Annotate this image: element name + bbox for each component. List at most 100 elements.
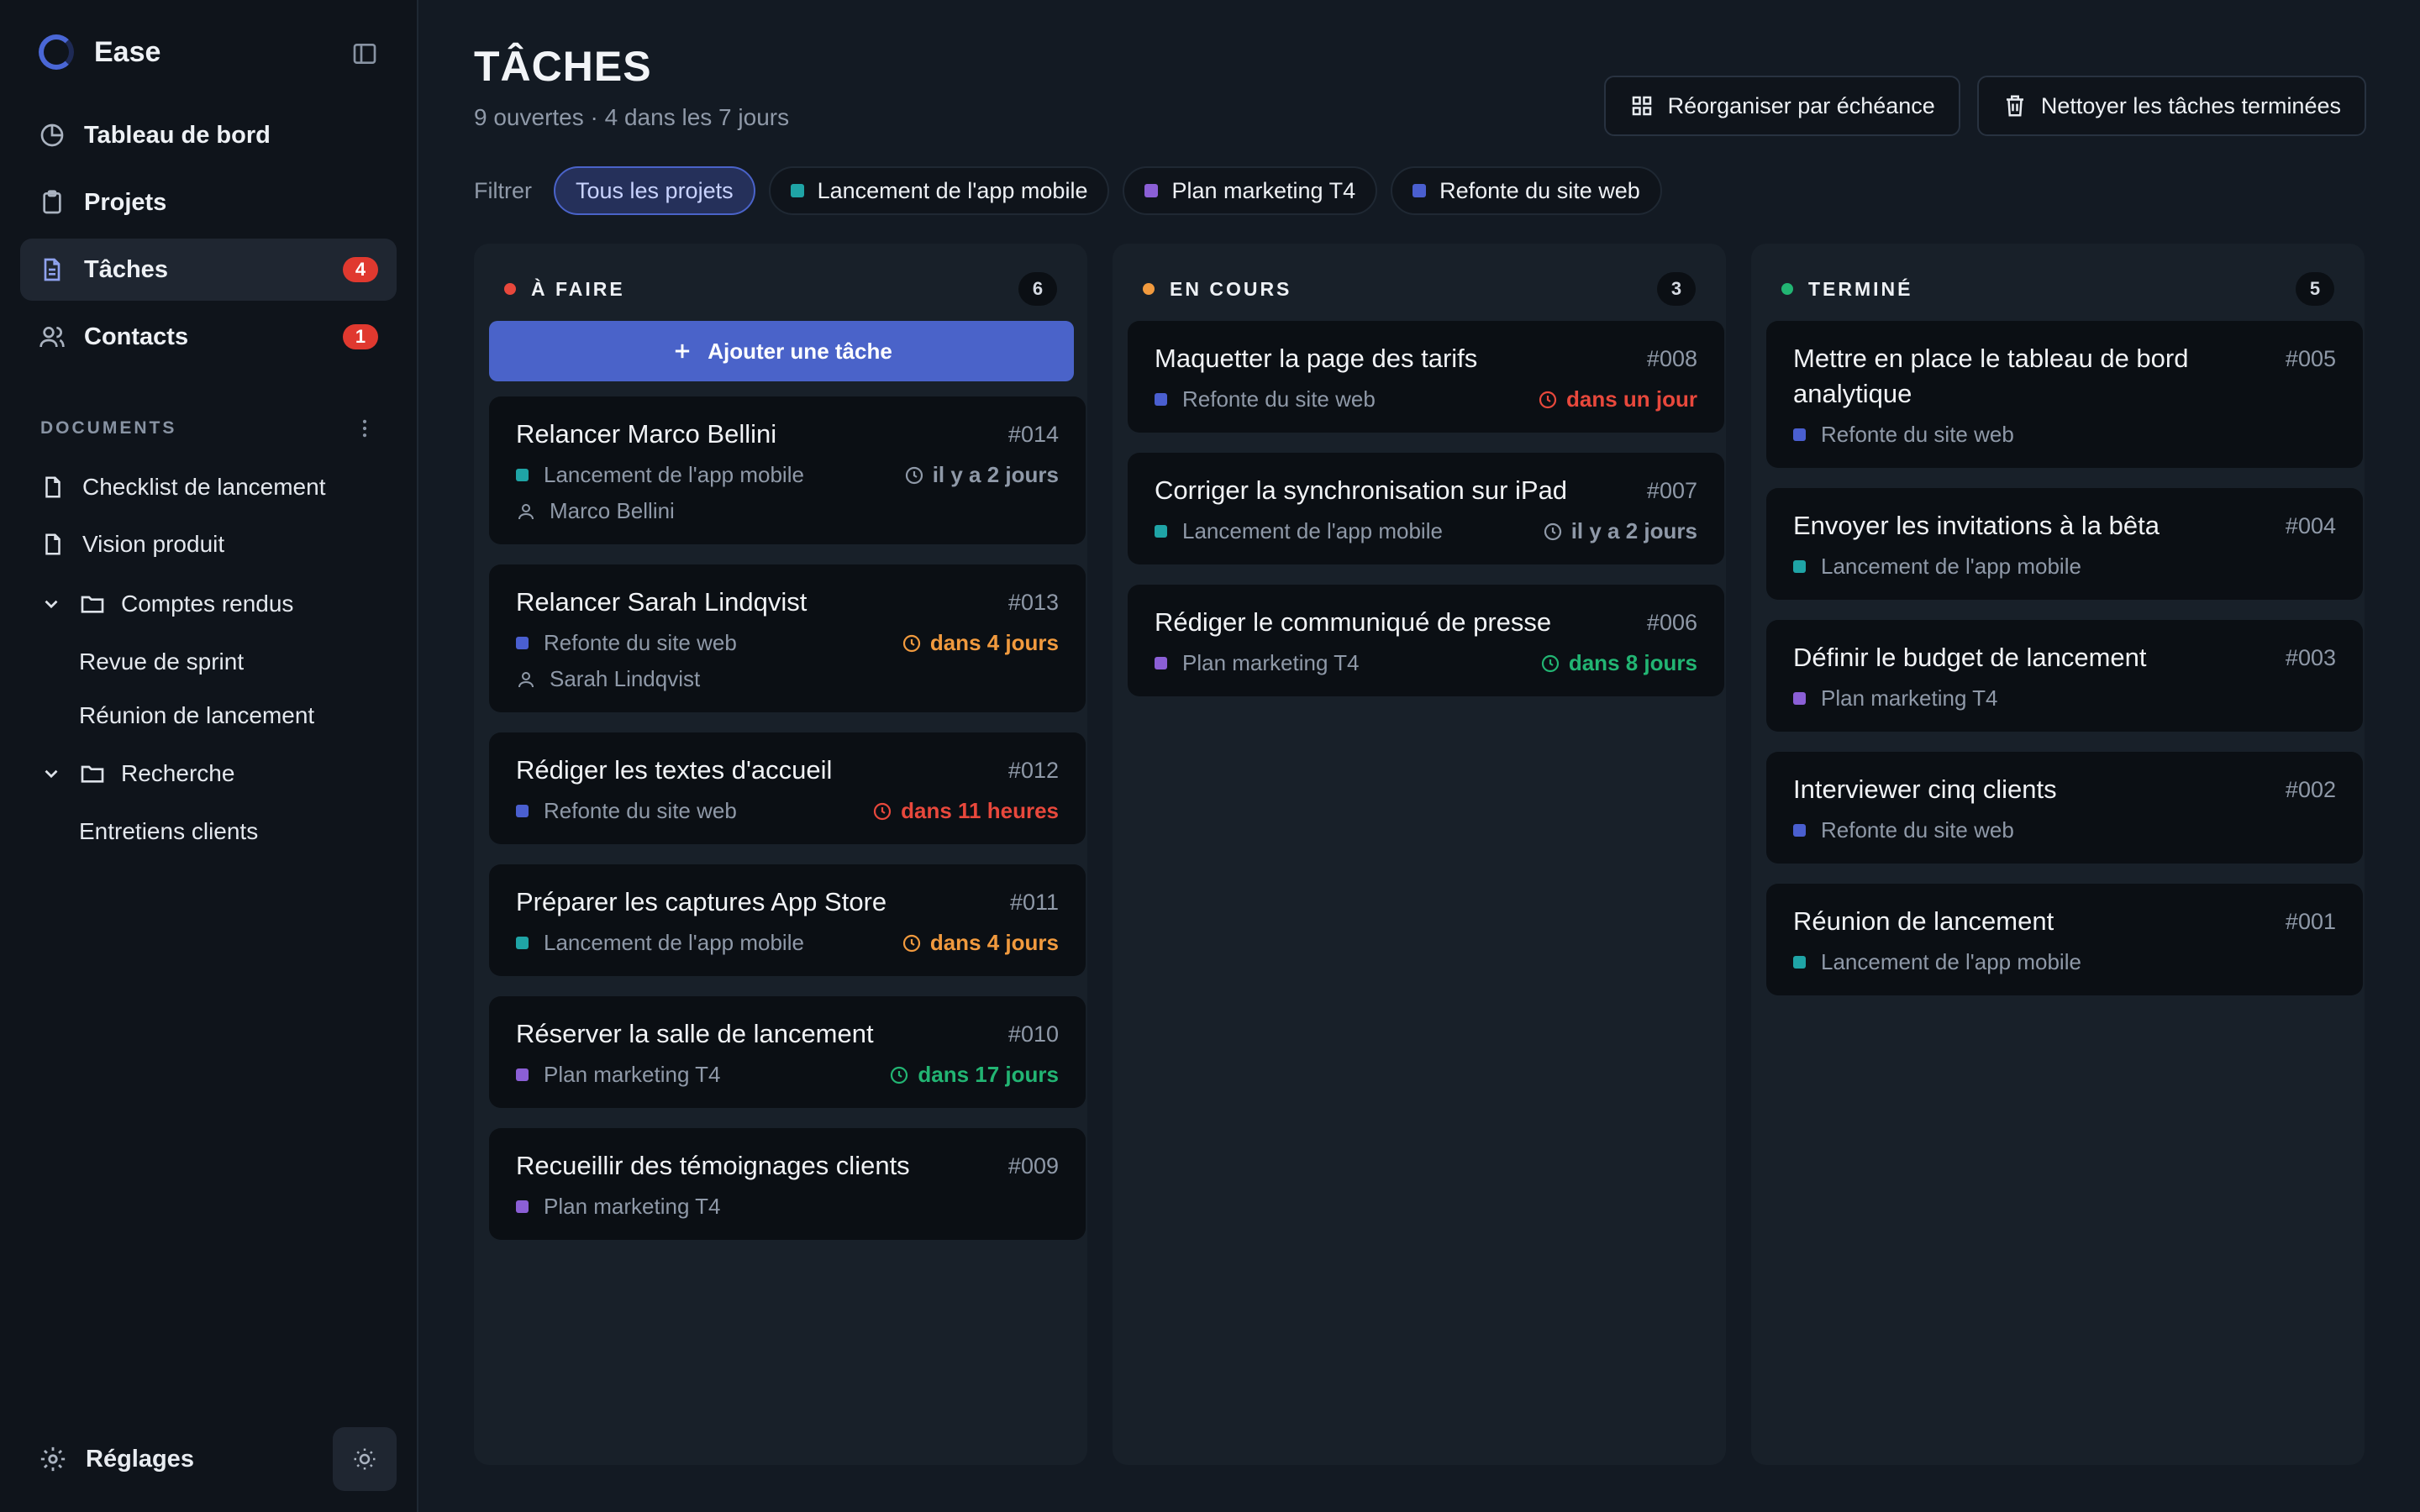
doc-item[interactable]: Vision produit	[20, 516, 397, 573]
column-count-badge: 3	[1657, 272, 1696, 306]
project-label: Plan marketing T4	[544, 1194, 721, 1219]
task-card[interactable]: Interviewer cinq clients #002 Refonte du…	[1766, 752, 2363, 864]
task-id: #010	[1007, 1021, 1059, 1047]
settings-button[interactable]: Réglages	[39, 1445, 194, 1473]
filter-chip-all[interactable]: Tous les projets	[554, 166, 755, 215]
plus-icon	[676, 344, 690, 359]
filter-label: Filtrer	[474, 177, 532, 203]
document-icon	[44, 258, 60, 281]
doc-item[interactable]: Checklist de lancement	[20, 459, 397, 516]
task-card[interactable]: Rédiger le communiqué de presse #006 Pla…	[1128, 585, 1724, 696]
nav-item-projects[interactable]: Projets	[20, 171, 397, 234]
task-card[interactable]: Relancer Sarah Lindqvist #013 Refonte du…	[489, 564, 1086, 712]
doc-label: Vision produit	[82, 531, 225, 557]
column-title: TERMINÉ	[1808, 277, 1913, 300]
task-project: Lancement de l'app mobile	[1793, 949, 2081, 975]
column-count-badge: 6	[1018, 272, 1057, 306]
task-title: Interviewer cinq clients	[1793, 774, 2057, 804]
assignee: Marco Bellini	[516, 498, 1059, 524]
task-project: Refonte du site web	[1155, 386, 1376, 412]
filter-chip-mobile-app[interactable]: Lancement de l'app mobile	[768, 166, 1110, 215]
documents-list: Checklist de lancement Vision produit Co…	[20, 459, 397, 858]
collapse-sidebar-button[interactable]	[351, 40, 378, 67]
nav-label: Projets	[84, 188, 167, 216]
due-label: dans un jour	[1566, 386, 1697, 412]
folder-icon	[81, 765, 104, 783]
column-header: À FAIRE 6	[487, 257, 1074, 321]
task-title: Recueillir des témoignages clients	[516, 1151, 910, 1180]
folder-child-item[interactable]: Revue de sprint	[20, 635, 397, 689]
filter-chip-marketing[interactable]: Plan marketing T4	[1123, 166, 1378, 215]
status-dot	[504, 283, 516, 295]
dashboard-icon	[40, 123, 64, 147]
settings-label: Réglages	[86, 1445, 194, 1473]
folder-child-item[interactable]: Entretiens clients	[20, 805, 397, 858]
task-card[interactable]: Mettre en place le tableau de bord analy…	[1766, 321, 2363, 468]
project-color-swatch	[1793, 956, 1806, 969]
folder-icon	[81, 596, 104, 613]
nav-item-tasks[interactable]: Tâches 4	[20, 239, 397, 301]
column-done: TERMINÉ 5 Mettre en place le tableau de …	[1751, 244, 2365, 1465]
due-label: dans 11 heures	[901, 798, 1059, 823]
task-card[interactable]: Réunion de lancement #001 Lancement de l…	[1766, 884, 2363, 995]
task-project: Plan marketing T4	[1155, 650, 1360, 676]
folder-item[interactable]: Comptes rendus	[20, 573, 397, 635]
brand[interactable]: Ease	[20, 0, 397, 104]
status-dot	[1781, 283, 1793, 295]
filter-chip-website[interactable]: Refonte du site web	[1391, 166, 1662, 215]
project-color-swatch	[1144, 184, 1159, 197]
reorganize-by-due-button[interactable]: Réorganiser par échéance	[1603, 76, 1960, 136]
task-card[interactable]: Recueillir des témoignages clients #009 …	[489, 1128, 1086, 1240]
contacts-count-badge: 1	[343, 324, 378, 349]
project-color-swatch	[516, 1200, 529, 1213]
task-project: Refonte du site web	[1793, 817, 2014, 843]
task-title: Préparer les captures App Store	[516, 887, 887, 916]
task-title: Définir le budget de lancement	[1793, 643, 2147, 672]
task-project: Plan marketing T4	[516, 1194, 721, 1220]
project-label: Lancement de l'app mobile	[544, 462, 804, 487]
task-card[interactable]: Rédiger les textes d'accueil #012 Refont…	[489, 732, 1086, 844]
task-project: Plan marketing T4	[1793, 685, 1998, 711]
user-icon	[518, 503, 534, 519]
task-card[interactable]: Définir le budget de lancement #003 Plan…	[1766, 620, 2363, 732]
column-header: EN COURS 3	[1126, 257, 1712, 321]
more-vertical-icon[interactable]	[353, 417, 376, 440]
project-color-swatch	[1155, 657, 1167, 669]
nav-item-dashboard[interactable]: Tableau de bord	[20, 104, 397, 166]
chip-label: Refonte du site web	[1439, 177, 1640, 203]
add-task-button[interactable]: Ajouter une tâche	[489, 321, 1074, 381]
folder-label: Recherche	[121, 760, 235, 786]
task-card[interactable]: Envoyer les invitations à la bêta #004 L…	[1766, 488, 2363, 600]
task-id: #014	[1007, 422, 1059, 447]
project-color-swatch	[516, 805, 529, 817]
project-color-swatch	[790, 184, 804, 197]
clock-icon	[874, 802, 892, 820]
project-label: Lancement de l'app mobile	[1182, 518, 1443, 543]
task-id: #007	[1646, 478, 1697, 503]
project-label: Lancement de l'app mobile	[544, 930, 804, 955]
task-card[interactable]: Préparer les captures App Store #011 Lan…	[489, 864, 1086, 976]
project-color-swatch	[1155, 393, 1167, 406]
project-label: Refonte du site web	[544, 798, 737, 823]
clock-icon	[1539, 391, 1557, 408]
task-card[interactable]: Réserver la salle de lancement #010 Plan…	[489, 996, 1086, 1108]
task-card[interactable]: Maquetter la page des tarifs #008 Refont…	[1128, 321, 1724, 433]
clean-done-tasks-button[interactable]: Nettoyer les tâches terminées	[1976, 76, 2366, 136]
task-card[interactable]: Corriger la synchronisation sur iPad #00…	[1128, 453, 1724, 564]
theme-toggle-button[interactable]	[333, 1427, 397, 1491]
task-card[interactable]: Relancer Marco Bellini #014 Lancement de…	[489, 396, 1086, 544]
nav-item-contacts[interactable]: Contacts 1	[20, 306, 397, 368]
folder-child-item[interactable]: Réunion de lancement	[20, 689, 397, 743]
folder-item[interactable]: Recherche	[20, 743, 397, 805]
sidebar-toggle-icon	[353, 44, 376, 64]
due-label: dans 8 jours	[1568, 650, 1697, 675]
page-subtitle: 9 ouvertes · 4 dans les 7 jours	[474, 104, 790, 130]
project-filters: Filtrer Tous les projets Lancement de l'…	[474, 166, 1662, 215]
project-color-swatch	[516, 937, 529, 949]
task-title: Réserver la salle de lancement	[516, 1019, 874, 1048]
task-id: #004	[2285, 513, 2336, 538]
task-title: Relancer Sarah Lindqvist	[516, 587, 808, 617]
ease-logo-icon	[39, 34, 74, 70]
column-in-progress: EN COURS 3 Maquetter la page des tarifs …	[1113, 244, 1726, 1465]
sun-icon	[354, 1448, 376, 1470]
